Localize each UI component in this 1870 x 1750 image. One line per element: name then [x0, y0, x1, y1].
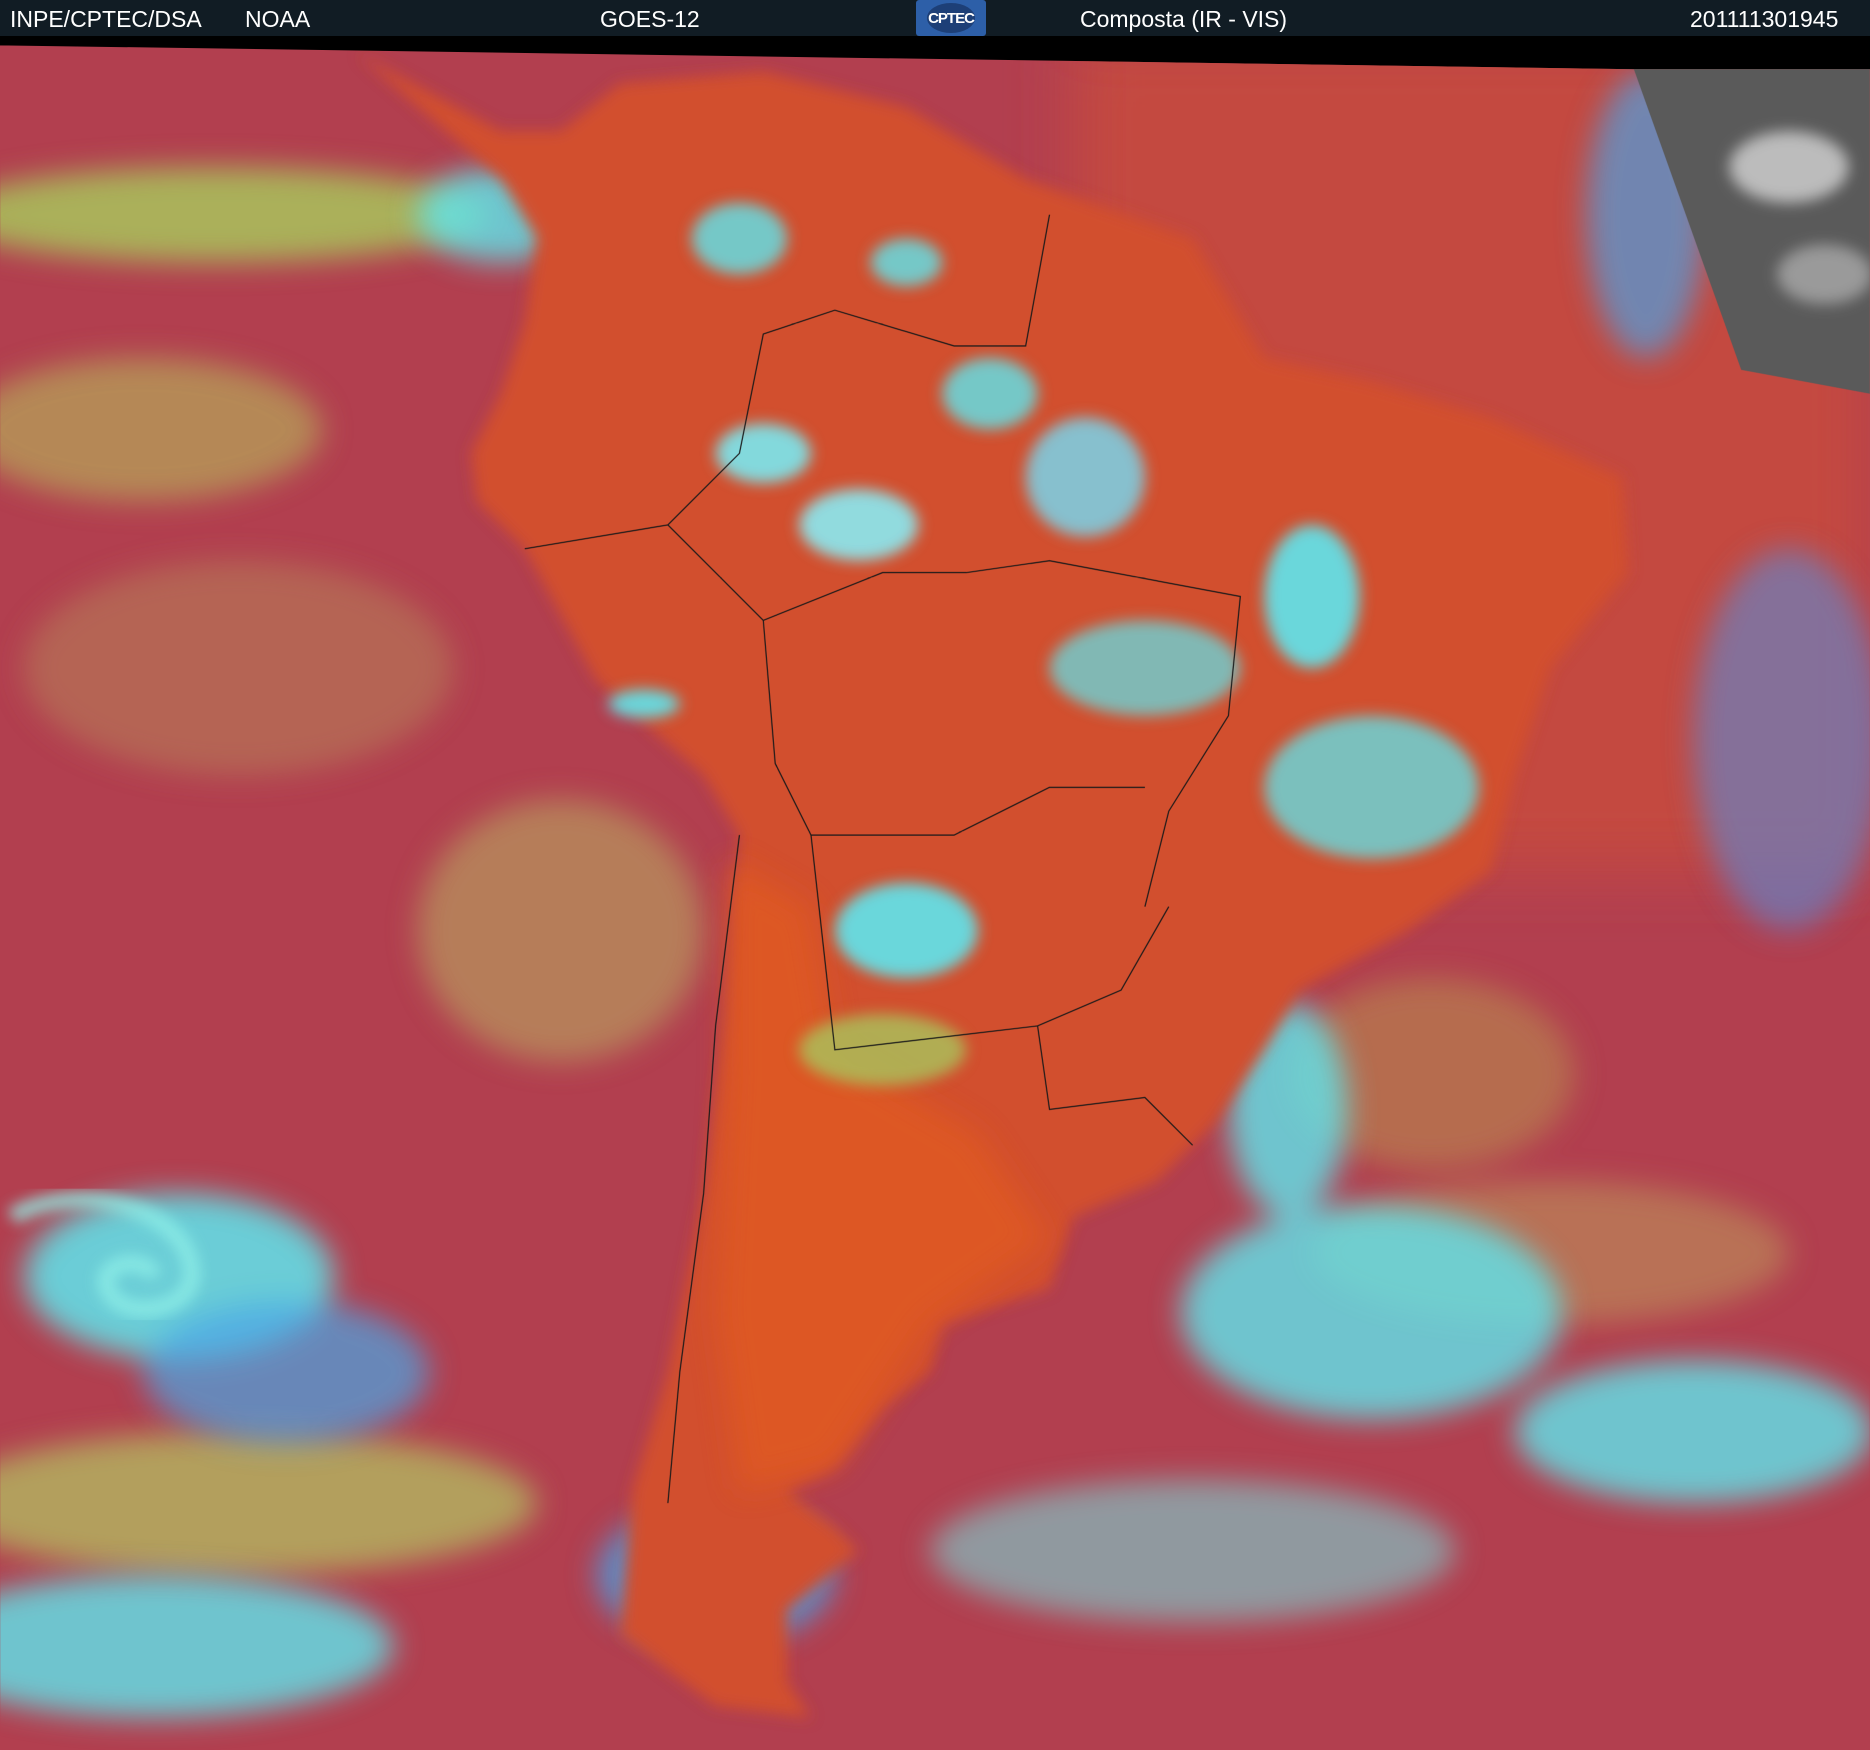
- timestamp-label: 201111301945: [1690, 6, 1839, 32]
- satellite-label: GOES-12: [600, 6, 700, 32]
- product-label: Composta (IR - VIS): [1080, 6, 1288, 32]
- source-label: INPE/CPTEC/DSA: [10, 6, 202, 32]
- cptec-logo: CPTEC: [916, 0, 986, 36]
- agency-label: NOAA: [245, 6, 311, 32]
- image-header-bar: INPE/CPTEC/DSA NOAA GOES-12 CPTEC Compos…: [0, 0, 1870, 36]
- satellite-composite-image: [0, 0, 1870, 1750]
- cptec-logo-text: CPTEC: [927, 3, 975, 33]
